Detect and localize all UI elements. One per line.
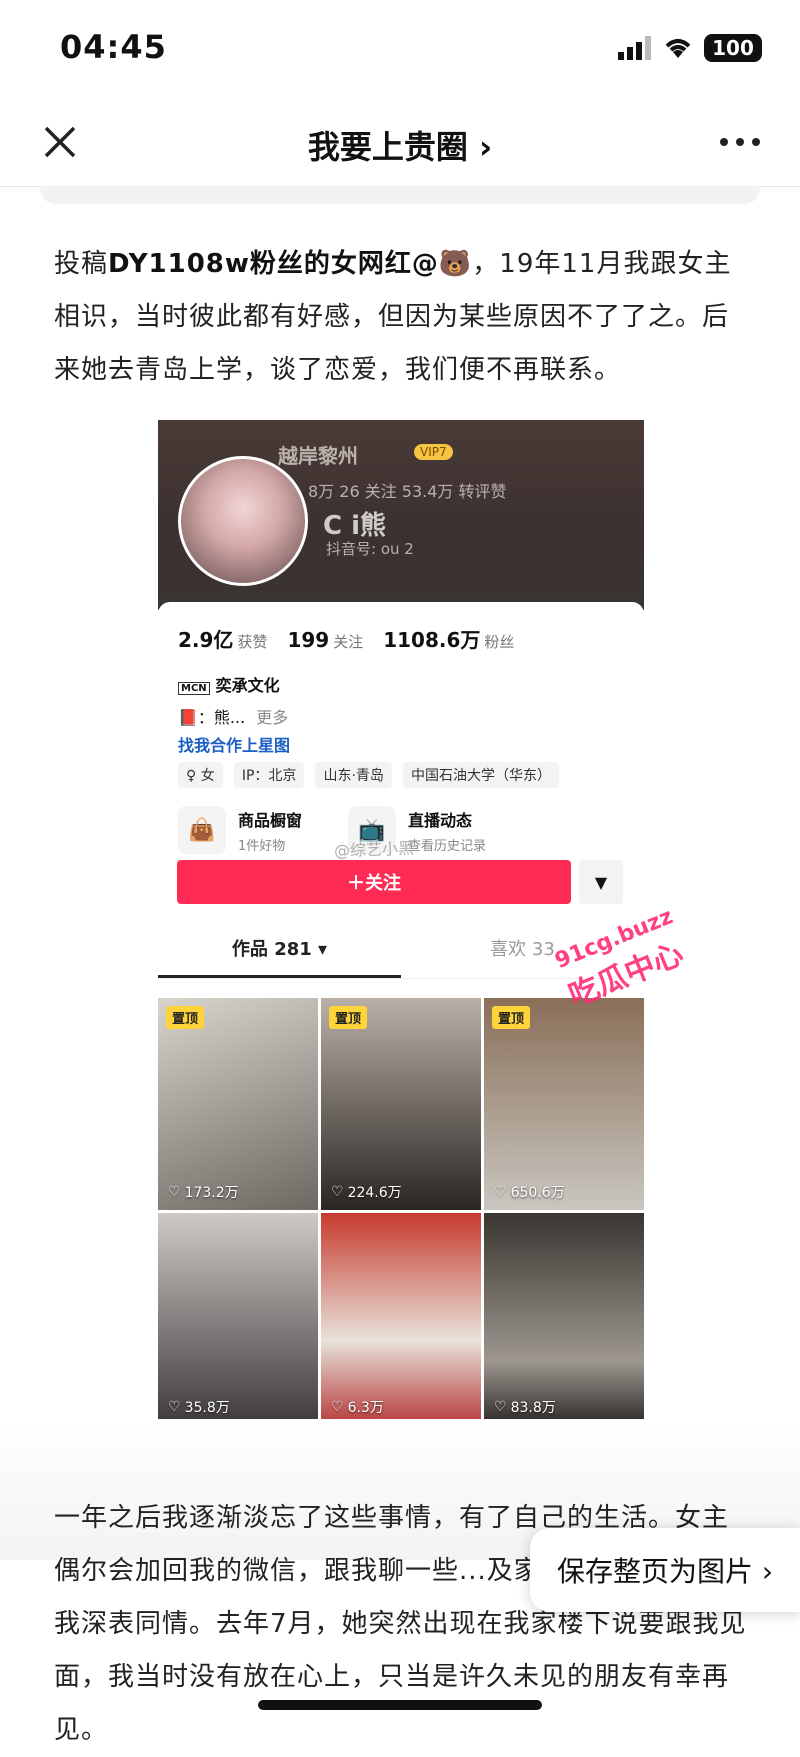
heart-icon: ♡ xyxy=(494,1399,507,1415)
nav-bar: 我要上贵圈 › xyxy=(0,100,800,187)
weibo-watermark: @综艺小黑 xyxy=(333,838,415,861)
shopping-bag-icon: 👜 xyxy=(178,806,226,854)
profile-display-name: C i熊 xyxy=(323,511,387,541)
like-count: ♡ 6.3万 xyxy=(331,1399,384,1416)
heart-icon: ♡ xyxy=(331,1399,344,1415)
bio-text: ：熊... xyxy=(197,708,246,727)
pinned-badge: 置顶 xyxy=(492,1006,531,1029)
paragraph-prefix: 投稿 xyxy=(54,249,109,279)
profile-stats: 2.9亿 获赞 199 关注 1108.6万 粉丝 xyxy=(178,624,514,653)
mcn-icon: MCN xyxy=(178,682,210,695)
stat-likes: 2.9亿 获赞 xyxy=(178,628,268,652)
banner-name: 越岸黎州 xyxy=(278,444,358,468)
profile-account-id: 抖音号: ou 2 xyxy=(326,540,414,558)
video-thumb[interactable]: 置顶 ♡ 650.6万 xyxy=(484,998,644,1210)
live-title: 直播动态 xyxy=(408,810,473,830)
page-title[interactable]: 我要上贵圈 › xyxy=(0,122,800,168)
pinned-badge: 置顶 xyxy=(329,1006,368,1029)
tag-row: ♀ 女 IP：北京 山东·青岛 中国石油大学（华东） xyxy=(178,762,565,788)
profile-card: 2.9亿 获赞 199 关注 1108.6万 粉丝 MCN 奕承文化 📕：熊... 更多… xyxy=(158,602,644,1419)
like-count: ♡ 83.8万 xyxy=(494,1399,556,1416)
heart-icon: ♡ xyxy=(168,1184,181,1200)
video-thumb[interactable]: ♡ 83.8万 xyxy=(484,1213,644,1419)
paragraph-highlight: DY1108w粉丝的女网红@🐻 xyxy=(108,249,473,279)
heart-icon: ♡ xyxy=(168,1399,181,1415)
stat-followers: 1108.6万 粉丝 xyxy=(383,628,515,652)
home-indicator[interactable] xyxy=(258,1700,542,1710)
battery-indicator: 100 xyxy=(704,34,762,62)
profile-banner: 越岸黎州 VIP7 8万 26 关注 53.4万 转评赞 C i熊 抖音号: o… xyxy=(158,420,644,610)
video-thumb[interactable]: ♡ 6.3万 xyxy=(321,1213,481,1419)
heart-icon: ♡ xyxy=(331,1184,344,1200)
banner-stats: 8万 26 关注 53.4万 转评赞 xyxy=(308,482,507,501)
avatar xyxy=(178,456,308,586)
status-time: 04:45 xyxy=(60,28,167,66)
vip-badge: VIP7 xyxy=(414,444,453,460)
book-icon: 📕 xyxy=(178,708,198,727)
tag-location: 山东·青岛 xyxy=(315,762,392,788)
tag-ip: IP：北京 xyxy=(233,762,305,788)
like-count: ♡ 650.6万 xyxy=(494,1184,565,1201)
tab-works[interactable]: 作品 281 ▾ xyxy=(158,932,401,978)
article-paragraph-1: 投稿DY1108w粉丝的女网红@🐻，19年11月我跟女主相识，当时彼此都有好感，… xyxy=(54,238,754,397)
video-thumb[interactable]: 置顶 ♡ 224.6万 xyxy=(321,998,481,1210)
tag-gender: ♀ 女 xyxy=(178,762,223,788)
video-grid: 置顶 ♡ 173.2万 置顶 ♡ 224.6万 置顶 ♡ 650.6万 ♡ 35.8万 … xyxy=(158,998,644,1419)
stat-following: 199 关注 xyxy=(287,628,364,652)
bio-more-link[interactable]: 更多 xyxy=(256,708,288,727)
more-icon[interactable] xyxy=(718,130,762,154)
like-count: ♡ 173.2万 xyxy=(168,1184,239,1201)
chevron-down-icon[interactable]: ▼ xyxy=(579,860,623,904)
heart-icon: ♡ xyxy=(494,1184,507,1200)
follow-button[interactable]: ＋关注 xyxy=(177,860,571,904)
embedded-profile-screenshot: 越岸黎州 VIP7 8万 26 关注 53.4万 转评赞 C i熊 抖音号: o… xyxy=(158,420,644,1419)
status-bar: 04:45 100 xyxy=(0,0,800,100)
pinned-badge: 置顶 xyxy=(166,1006,205,1029)
shop-window-entry[interactable]: 👜 商品橱窗 1件好物 xyxy=(178,800,302,860)
video-thumb[interactable]: 置顶 ♡ 173.2万 xyxy=(158,998,318,1210)
shop-title: 商品橱窗 xyxy=(238,810,303,830)
live-subtitle: 查看历史记录 xyxy=(408,838,487,854)
like-count: ♡ 224.6万 xyxy=(331,1184,402,1201)
shop-subtitle: 1件好物 xyxy=(238,838,286,854)
mcn-row: MCN 奕承文化 xyxy=(178,672,280,696)
signal-icon xyxy=(618,36,651,60)
star-link[interactable]: 找我合作上星图 xyxy=(178,732,290,756)
save-page-as-image-button[interactable]: 保存整页为图片 › xyxy=(530,1528,800,1612)
bio-row: 📕：熊... 更多 xyxy=(178,704,288,728)
previous-card-edge xyxy=(40,186,760,204)
status-icons: 100 xyxy=(618,34,762,62)
tag-school: 中国石油大学（华东） xyxy=(403,762,560,788)
mcn-label: 奕承文化 xyxy=(215,676,280,695)
wifi-icon xyxy=(665,39,691,58)
like-count: ♡ 35.8万 xyxy=(168,1399,230,1416)
video-thumb[interactable]: ♡ 35.8万 xyxy=(158,1213,318,1419)
